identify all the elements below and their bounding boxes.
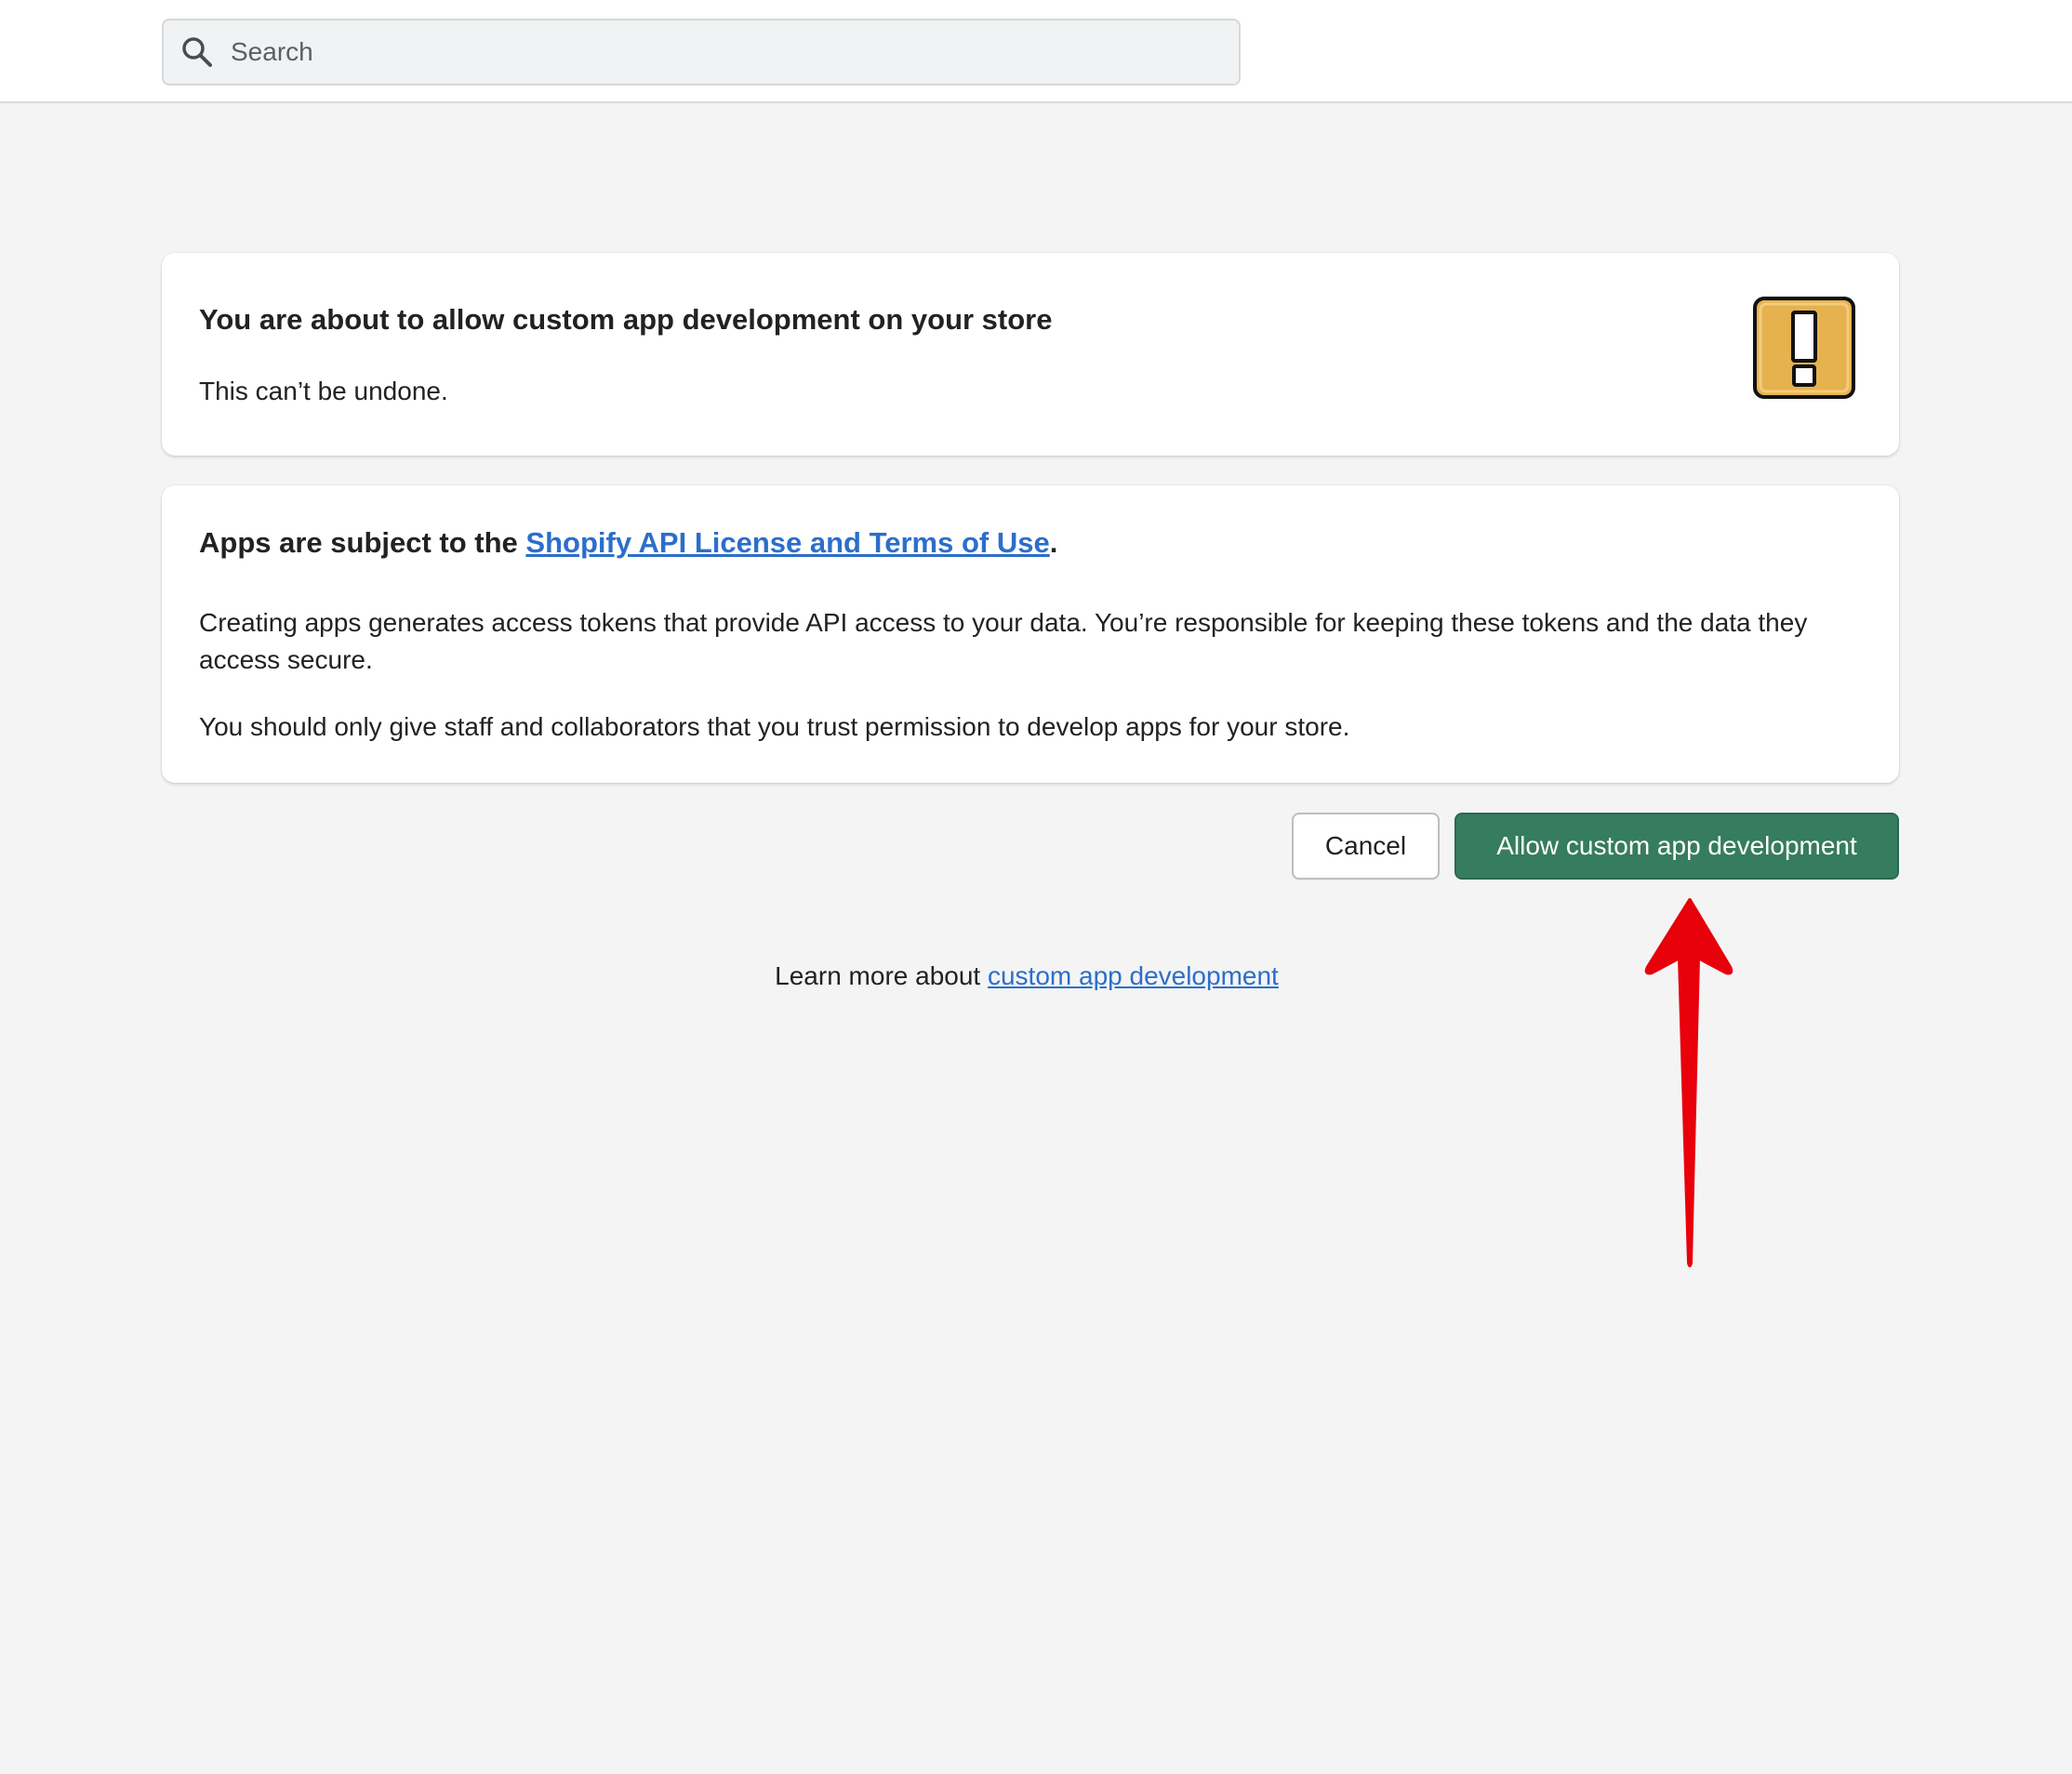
- api-license-link[interactable]: Shopify API License and Terms of Use: [525, 526, 1049, 559]
- allow-custom-app-development-button[interactable]: Allow custom app development: [1454, 813, 1899, 880]
- warning-card: You are about to allow custom app develo…: [162, 253, 1899, 456]
- permission-paragraph: You should only give staff and collabora…: [199, 712, 1350, 741]
- exclamation-warning-icon: [1752, 296, 1856, 400]
- terms-title-prefix: Apps are subject to the: [199, 526, 526, 559]
- warning-subtitle: This can’t be undone.: [199, 377, 448, 405]
- top-bar: [0, 0, 2072, 103]
- tokens-paragraph: Creating apps generates access tokens th…: [199, 608, 1808, 674]
- search-icon: [180, 35, 214, 69]
- search-input[interactable]: [229, 23, 1200, 81]
- warning-title: You are about to allow custom app develo…: [199, 303, 1053, 336]
- search-box[interactable]: [162, 19, 1241, 86]
- red-arrow-up-icon: [1637, 893, 1739, 1274]
- learn-more: Learn more about custom app development: [0, 961, 2053, 991]
- terms-title-suffix: .: [1049, 526, 1058, 559]
- terms-card: Apps are subject to the Shopify API Lice…: [162, 485, 1899, 783]
- learn-more-prefix: Learn more about: [775, 961, 988, 990]
- cancel-button[interactable]: Cancel: [1292, 813, 1440, 880]
- custom-app-development-link[interactable]: custom app development: [988, 961, 1279, 990]
- terms-title: Apps are subject to the Shopify API Lice…: [199, 526, 1057, 560]
